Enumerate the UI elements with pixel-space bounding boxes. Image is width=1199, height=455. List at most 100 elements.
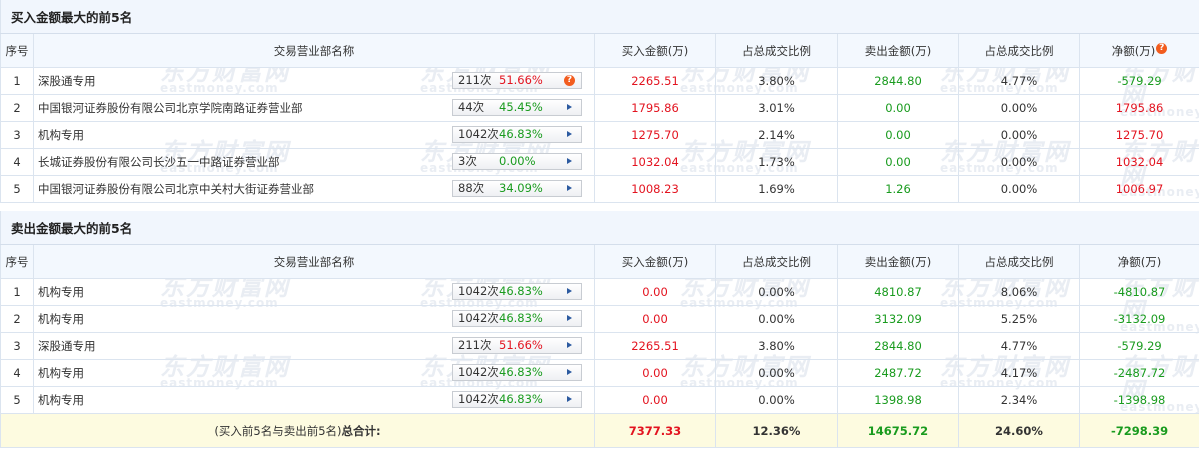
up-rate: 34.09% [499, 181, 543, 195]
total-label-prefix: (买入前5名与卖出前5名) [214, 423, 342, 438]
arrow-right-icon[interactable] [567, 158, 572, 164]
list-count: 3次 [458, 154, 477, 168]
net-amount: 1006.97 [1079, 175, 1199, 203]
buy-table-body: 1 深股通专用 211次 51.66%? 2265.51 3.80% 2844.80 4.77… [0, 67, 1199, 203]
broker-name-link[interactable]: 中国银河证券股份有限公司北京学院南路证券营业部 [38, 100, 303, 116]
buy-ratio: 0.00% [715, 305, 838, 333]
sell-ratio: 0.00% [958, 175, 1080, 203]
table-row: 4 机构专用 1042次 46.83% 0.00 0.00% 2487.72 4.17% -24… [0, 359, 1199, 387]
row-index: 3 [0, 332, 34, 360]
arrow-right-icon[interactable] [567, 315, 572, 321]
broker-cell: 中国银河证券股份有限公司北京中关村大街证券营业部 88次 34.09% [33, 175, 595, 203]
broker-name-link[interactable]: 深股通专用 [38, 338, 96, 354]
col-header-sell-pct: 占总成交比例 [958, 33, 1080, 68]
broker-cell: 深股通专用 211次 51.66%? [33, 67, 595, 95]
sell-ratio: 0.00% [958, 121, 1080, 149]
total-sell: 14675.72 [837, 413, 959, 448]
sell-ratio: 8.06% [958, 278, 1080, 306]
sell-amount: 0.00 [837, 121, 959, 149]
broker-stats-badge[interactable]: 1042次 46.83% [452, 126, 582, 143]
net-amount: 1275.70 [1079, 121, 1199, 149]
broker-stats-badge[interactable]: 88次 34.09% [452, 180, 582, 197]
broker-stats-badge[interactable]: 1042次 46.83% [452, 283, 582, 300]
broker-stats-badge[interactable]: 1042次 46.83% [452, 310, 582, 327]
arrow-right-icon[interactable] [567, 342, 572, 348]
table-row: 1 机构专用 1042次 46.83% 0.00 0.00% 4810.87 8.06% -48… [0, 278, 1199, 306]
broker-cell: 机构专用 1042次 46.83% [33, 386, 595, 414]
net-amount: -4810.87 [1079, 278, 1199, 306]
col-header-net: 净额(万) [1078, 244, 1199, 279]
net-amount: -579.29 [1079, 332, 1199, 360]
broker-stats-badge[interactable]: 211次 51.66% [452, 337, 582, 354]
row-index: 3 [0, 121, 34, 149]
sell-amount: 3132.09 [837, 305, 959, 333]
col-header-sell-pct: 占总成交比例 [958, 244, 1080, 279]
buy-ratio: 0.00% [715, 278, 838, 306]
table-row: 2 中国银河证券股份有限公司北京学院南路证券营业部 44次 45.45% 1795.86… [0, 94, 1199, 122]
sell-ratio: 0.00% [958, 94, 1080, 122]
arrow-right-icon[interactable] [567, 104, 572, 110]
buy-amount: 0.00 [594, 278, 716, 306]
buy-amount: 2265.51 [594, 332, 716, 360]
broker-cell: 机构专用 1042次 46.83% [33, 278, 595, 306]
list-count: 1042次 [458, 392, 499, 406]
col-header-sell: 卖出金额(万) [837, 244, 959, 279]
broker-stats-badge[interactable]: 1042次 46.83% [452, 364, 582, 381]
col-header-index: 序号 [0, 33, 34, 68]
total-net: -7298.39 [1079, 413, 1199, 448]
arrow-right-icon[interactable] [567, 131, 572, 137]
net-amount: -1398.98 [1079, 386, 1199, 414]
question-icon[interactable]: ? [1156, 42, 1168, 54]
arrow-right-icon[interactable] [567, 185, 572, 191]
table-row: 1 深股通专用 211次 51.66%? 2265.51 3.80% 2844.80 4.77… [0, 67, 1199, 95]
up-rate: 46.83% [499, 311, 543, 325]
broker-cell: 长城证券股份有限公司长沙五一中路证券营业部 3次 0.00% [33, 148, 595, 176]
broker-name-link[interactable]: 机构专用 [38, 311, 84, 327]
col-header-broker: 交易营业部名称 [33, 244, 595, 279]
sell-amount: 1398.98 [837, 386, 959, 414]
net-amount: 1795.86 [1079, 94, 1199, 122]
buy-amount: 1275.70 [594, 121, 716, 149]
buy-amount: 0.00 [594, 359, 716, 387]
sell-ratio: 0.00% [958, 148, 1080, 176]
arrow-right-icon[interactable] [567, 396, 572, 402]
list-count: 1042次 [458, 311, 499, 325]
arrow-right-icon[interactable] [567, 288, 572, 294]
list-count: 44次 [458, 100, 485, 114]
col-header-buy-pct: 占总成交比例 [715, 244, 838, 279]
broker-name-link[interactable]: 机构专用 [38, 392, 84, 408]
broker-cell: 深股通专用 211次 51.66% [33, 332, 595, 360]
total-sell-pct: 24.60% [958, 413, 1080, 448]
broker-name-link[interactable]: 机构专用 [38, 127, 84, 143]
sell-amount: 0.00 [837, 148, 959, 176]
col-header-buy: 买入金额(万) [594, 33, 716, 68]
sell-ratio: 4.77% [958, 67, 1080, 95]
row-index: 5 [0, 175, 34, 203]
buy-amount: 1795.86 [594, 94, 716, 122]
broker-stats-badge[interactable]: 211次 51.66%? [452, 72, 582, 89]
row-index: 1 [0, 67, 34, 95]
broker-stats-badge[interactable]: 1042次 46.83% [452, 391, 582, 408]
broker-name-link[interactable]: 中国银河证券股份有限公司北京中关村大街证券营业部 [38, 181, 314, 197]
net-amount: -3132.09 [1079, 305, 1199, 333]
up-rate: 46.83% [499, 284, 543, 298]
broker-name-link[interactable]: 深股通专用 [38, 73, 96, 89]
question-icon[interactable]: ? [564, 75, 575, 86]
buy-amount: 2265.51 [594, 67, 716, 95]
sell-ratio: 4.77% [958, 332, 1080, 360]
arrow-right-icon[interactable] [567, 369, 572, 375]
broker-name-link[interactable]: 机构专用 [38, 284, 84, 300]
broker-cell: 机构专用 1042次 46.83% [33, 359, 595, 387]
sell-amount: 1.26 [837, 175, 959, 203]
row-index: 2 [0, 94, 34, 122]
up-rate: 51.66% [499, 338, 543, 352]
row-index: 4 [0, 148, 34, 176]
total-buy: 7377.33 [594, 413, 716, 448]
total-buy-pct: 12.36% [715, 413, 838, 448]
col-header-sell: 卖出金额(万) [837, 33, 959, 68]
broker-name-link[interactable]: 机构专用 [38, 365, 84, 381]
broker-name-link[interactable]: 长城证券股份有限公司长沙五一中路证券营业部 [38, 154, 280, 170]
broker-stats-badge[interactable]: 3次 0.00% [452, 153, 582, 170]
broker-stats-badge[interactable]: 44次 45.45% [452, 99, 582, 116]
list-count: 1042次 [458, 127, 499, 141]
